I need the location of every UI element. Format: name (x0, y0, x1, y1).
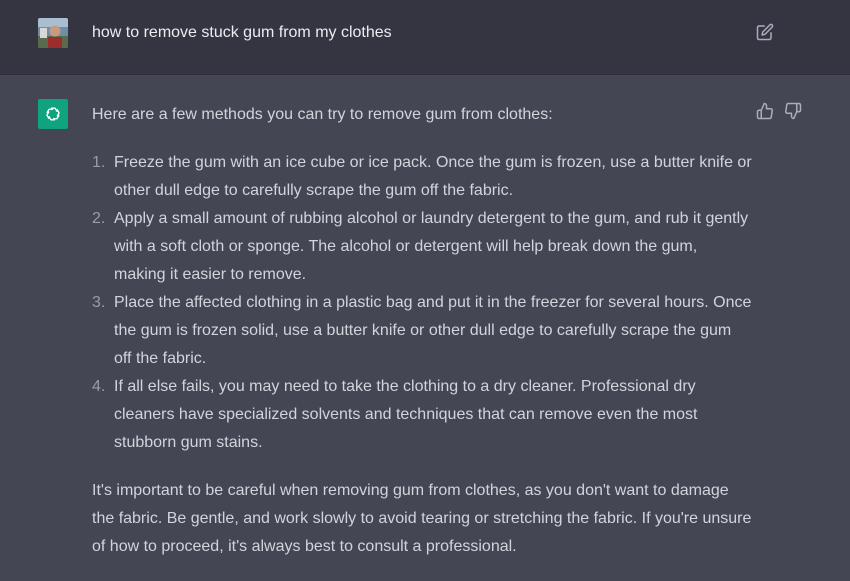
thumbs-up-icon[interactable] (756, 102, 774, 120)
list-item-text: Place the affected clothing in a plastic… (114, 294, 752, 367)
list-item-number: 4. (92, 378, 106, 395)
list-item: 4. If all else fails, you may need to ta… (92, 373, 752, 457)
list-item: 2. Apply a small amount of rubbing alcoh… (92, 205, 752, 289)
user-avatar (38, 18, 68, 48)
list-item-text: Apply a small amount of rubbing alcohol … (114, 210, 749, 283)
answer-intro: Here are a few methods you can try to re… (92, 106, 553, 123)
list-item-text: Freeze the gum with an ice cube or ice p… (114, 154, 752, 199)
list-item-number: 2. (92, 210, 106, 227)
list-item-text: If all else fails, you may need to take … (114, 378, 698, 451)
edit-icon[interactable] (756, 23, 774, 41)
thumbs-down-icon[interactable] (784, 102, 802, 120)
answer-conclusion: It's important to be careful when removi… (92, 482, 752, 555)
steps-list: 1. Freeze the gum with an ice cube or ic… (92, 149, 752, 457)
list-item: 1. Freeze the gum with an ice cube or ic… (92, 149, 752, 205)
list-item: 3. Place the affected clothing in a plas… (92, 289, 752, 373)
user-message-row: how to remove stuck gum from my clothes (0, 0, 850, 75)
openai-logo-icon (38, 99, 68, 129)
user-message-text: how to remove stuck gum from my clothes (92, 24, 392, 41)
assistant-answer: Here are a few methods you can try to re… (92, 101, 752, 561)
assistant-message-row: Here are a few methods you can try to re… (0, 75, 850, 581)
list-item-number: 1. (92, 154, 106, 171)
list-item-number: 3. (92, 294, 106, 311)
